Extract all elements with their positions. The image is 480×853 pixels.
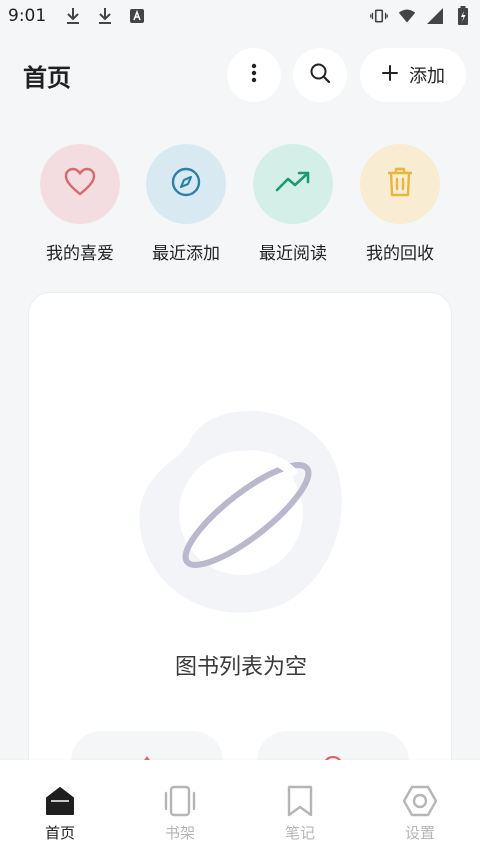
search-icon — [309, 62, 331, 88]
trending-icon-circle — [253, 144, 333, 224]
download-icon — [64, 6, 82, 26]
heart-icon — [63, 167, 97, 201]
vibrate-icon — [370, 6, 388, 26]
page-title: 首页 — [23, 64, 71, 92]
bookmark-icon — [280, 782, 320, 820]
compass-icon-circle — [146, 144, 226, 224]
nav-label: 设置 — [404, 824, 435, 842]
nav-label: 笔记 — [284, 824, 315, 842]
more-button[interactable] — [227, 48, 281, 102]
more-vertical-icon — [251, 63, 257, 87]
bottom-navigation: 首页 书架 笔记 设置 — [0, 760, 480, 853]
quick-action-recent-read[interactable]: 最近阅读 — [238, 144, 348, 264]
status-bar: 9:01 — [0, 0, 480, 32]
font-a-icon — [128, 6, 146, 26]
trending-up-icon — [275, 170, 311, 198]
home-icon — [40, 782, 80, 820]
book-list-card: 图书列表为空 — [28, 292, 452, 792]
quick-action-favorites[interactable]: 我的喜爱 — [25, 144, 135, 264]
quick-action-label: 最近阅读 — [259, 244, 327, 264]
add-button[interactable]: 添加 — [360, 48, 466, 102]
status-time: 9:01 — [8, 6, 47, 26]
quick-action-label: 最近添加 — [152, 244, 220, 264]
plus-icon — [381, 64, 399, 86]
add-button-label: 添加 — [409, 66, 445, 87]
app-header: 首页 添加 — [0, 44, 480, 106]
nav-label: 首页 — [44, 824, 75, 842]
nav-home[interactable]: 首页 — [0, 782, 120, 843]
download-icon — [96, 6, 114, 26]
trash-icon-circle — [360, 144, 440, 224]
quick-actions: 我的喜爱 最近添加 最近阅读 我的回收 — [0, 144, 480, 264]
bookshelf-icon — [160, 782, 200, 820]
nav-bookshelf[interactable]: 书架 — [120, 782, 240, 843]
settings-hexagon-icon — [400, 782, 440, 820]
quick-action-label: 我的回收 — [366, 244, 434, 264]
nav-settings[interactable]: 设置 — [360, 782, 480, 843]
quick-action-recent-added[interactable]: 最近添加 — [131, 144, 241, 264]
signal-icon — [426, 6, 444, 26]
quick-action-recycle[interactable]: 我的回收 — [345, 144, 455, 264]
wifi-icon — [398, 6, 416, 26]
battery-charging-icon — [454, 6, 472, 26]
search-button[interactable] — [293, 48, 347, 102]
compass-icon — [170, 166, 202, 202]
empty-state-text: 图书列表为空 — [174, 655, 307, 680]
planet-icon — [135, 403, 347, 615]
quick-action-label: 我的喜爱 — [46, 244, 114, 264]
heart-icon-circle — [40, 144, 120, 224]
nav-label: 书架 — [164, 824, 195, 842]
nav-notes[interactable]: 笔记 — [240, 782, 360, 843]
trash-icon — [386, 166, 414, 202]
